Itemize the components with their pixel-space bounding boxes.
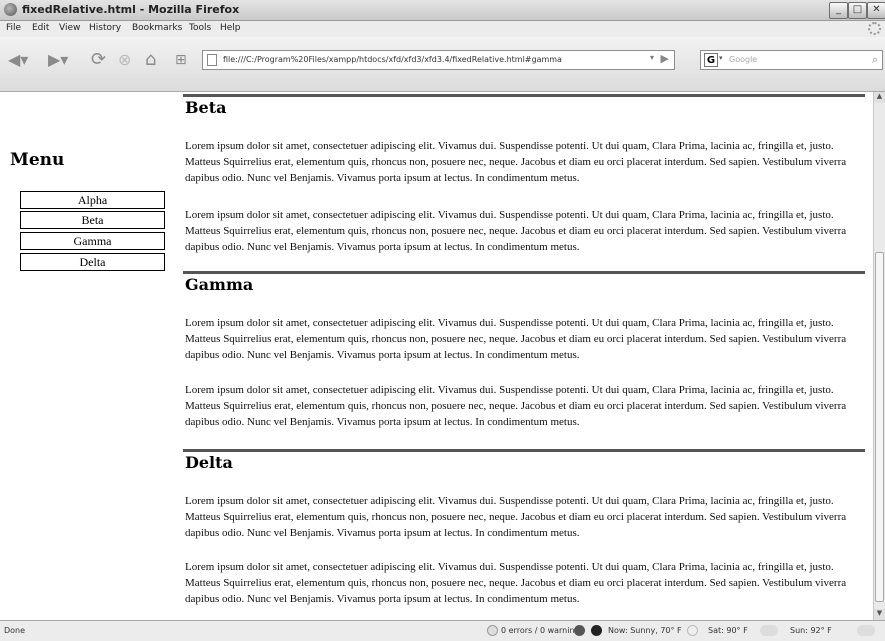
reload-icon[interactable]: ⟳	[91, 50, 106, 70]
minimize-button[interactable]: _	[829, 2, 848, 19]
menu-bookmarks[interactable]: Bookmarks	[132, 23, 182, 33]
section-heading: Gamma	[185, 275, 254, 294]
search-engine-icon[interactable]: G	[704, 53, 718, 67]
addon-icon[interactable]	[574, 625, 585, 636]
maximize-button[interactable]: □	[848, 2, 867, 19]
back-icon[interactable]: ◀▾	[8, 50, 28, 70]
menu-edit[interactable]: Edit	[32, 23, 49, 33]
title-bar: fixedRelative.html - Mozilla Firefox _ □…	[0, 0, 885, 21]
section-paragraph: Lorem ipsum dolor sit amet, consectetuer…	[185, 140, 847, 184]
vertical-scrollbar[interactable]: ▲ ▼	[873, 92, 885, 620]
addon-icon-2[interactable]	[591, 625, 602, 636]
weather-now: Now: Sunny, 70° F	[608, 626, 682, 635]
section-heading: Delta	[185, 453, 233, 472]
bookmark-icon[interactable]: ⊞	[175, 50, 187, 70]
weather-icon	[760, 625, 778, 636]
url-bar[interactable]: file:///C:/Program%20Files/xampp/htdocs/…	[202, 50, 675, 70]
menu-tools[interactable]: Tools	[189, 23, 211, 33]
menu-help[interactable]: Help	[220, 23, 241, 33]
weather-sunday: Sun: 92° F	[790, 626, 832, 635]
url-dropdown-icon[interactable]: ▾	[650, 53, 654, 62]
weather-icon	[687, 625, 698, 636]
status-text: Done	[4, 626, 26, 635]
error-console-icon[interactable]	[487, 625, 498, 636]
throbber-icon	[868, 22, 881, 35]
sidebar-title: Menu	[10, 150, 65, 170]
sidebar-item-gamma[interactable]: Gamma	[20, 232, 165, 250]
section-paragraph: Lorem ipsum dolor sit amet, consectetuer…	[185, 317, 847, 361]
section-paragraph: Lorem ipsum dolor sit amet, consectetuer…	[185, 209, 847, 253]
section-divider	[183, 449, 865, 452]
section-paragraph: Lorem ipsum dolor sit amet, consectetuer…	[185, 495, 847, 539]
section-paragraph: Lorem ipsum dolor sit amet, consectetuer…	[185, 561, 847, 605]
search-input[interactable]: Google	[729, 55, 757, 64]
search-icon[interactable]: ⌕	[872, 53, 878, 67]
url-text: file:///C:/Program%20Files/xampp/htdocs/…	[223, 55, 562, 64]
navigation-toolbar: ◀▾ ▶▾ ⟳ ⊗ ⌂ ⊞ file:///C:/Program%20Files…	[0, 37, 885, 92]
stop-icon[interactable]: ⊗	[118, 50, 131, 70]
section-paragraph: Lorem ipsum dolor sit amet, consectetuer…	[185, 384, 847, 428]
sidebar-item-beta[interactable]: Beta	[20, 211, 165, 229]
page-icon	[207, 54, 217, 66]
firefox-icon	[4, 3, 17, 16]
status-bar: Done 0 errors / 0 warnings Now: Sunny, 7…	[0, 620, 885, 641]
scroll-up-icon[interactable]: ▲	[874, 92, 885, 103]
forward-icon[interactable]: ▶▾	[48, 50, 68, 70]
menu-bar: File Edit View History Bookmarks Tools H…	[0, 21, 885, 37]
section-divider	[183, 94, 865, 97]
weather-icon	[857, 625, 875, 636]
error-count[interactable]: 0 errors / 0 warnings	[501, 626, 584, 635]
search-engine-dropdown-icon[interactable]: ▾	[719, 54, 723, 62]
scroll-down-icon[interactable]: ▼	[874, 609, 885, 620]
home-icon[interactable]: ⌂	[145, 50, 156, 70]
menu-view[interactable]: View	[59, 23, 80, 33]
page-content: Menu Alpha Beta Gamma Delta Beta Lorem i…	[0, 92, 873, 620]
scroll-thumb[interactable]	[875, 252, 884, 602]
search-bar[interactable]: G ▾ Google ⌕	[700, 50, 883, 70]
close-button[interactable]: ✕	[867, 2, 885, 19]
menu-file[interactable]: File	[6, 23, 21, 33]
go-icon[interactable]: ▶	[661, 52, 669, 65]
section-divider	[183, 271, 865, 274]
section-heading: Beta	[185, 98, 227, 117]
sidebar-item-delta[interactable]: Delta	[20, 253, 165, 271]
menu-history[interactable]: History	[89, 23, 121, 33]
window-title: fixedRelative.html - Mozilla Firefox	[22, 3, 240, 16]
weather-saturday: Sat: 90° F	[708, 626, 748, 635]
sidebar-item-alpha[interactable]: Alpha	[20, 191, 165, 209]
